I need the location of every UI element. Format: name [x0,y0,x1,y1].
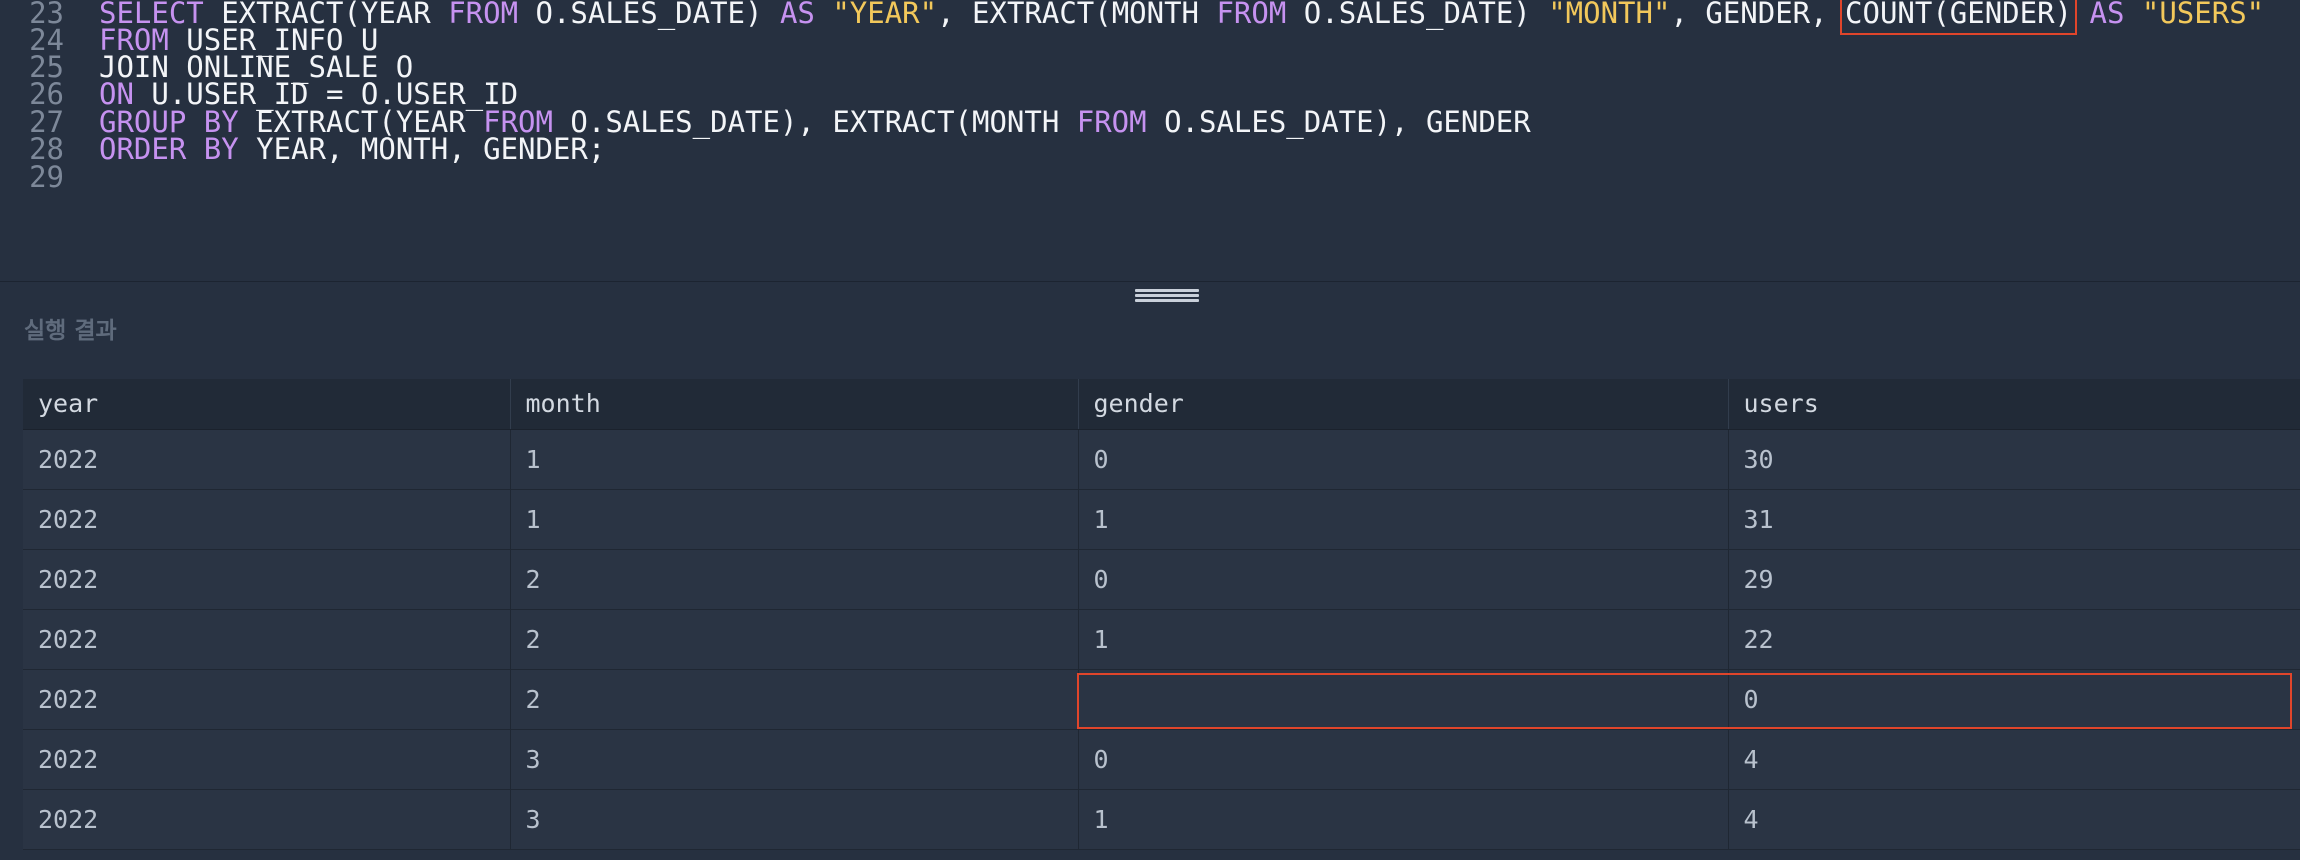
result-table: year month gender users 2022 1 0 30 2022 1 1 31… [23,379,2300,850]
cell-month: 2 [510,609,1079,670]
cell-users: 4 [1728,729,2300,790]
cell-gender: 1 [1078,789,1729,850]
table-row[interactable]: 2022 1 1 31 [23,489,2300,550]
cell-users: 30 [1728,429,2300,490]
cell-month: 1 [510,489,1079,550]
column-header-users[interactable]: users [1728,379,2300,430]
cell-year: 2022 [23,549,511,610]
cell-month: 2 [510,669,1079,730]
cell-users: 22 [1728,609,2300,670]
table-row[interactable]: 2022 2 1 22 [23,609,2300,670]
result-panel-title: 실행 결과 [24,318,117,344]
cell-users: 29 [1728,549,2300,610]
cell-gender: 0 [1078,549,1729,610]
cell-gender: 1 [1078,609,1729,670]
code-editor[interactable]: 23 SELECT EXTRACT(YEAR FROM O.SALES_DATE)… [0,0,2300,282]
cell-month: 1 [510,429,1079,490]
cell-year: 2022 [23,669,511,730]
column-header-month[interactable]: month [510,379,1079,430]
cell-year: 2022 [23,609,511,670]
cell-year: 2022 [23,429,511,490]
line-number: 29 [29,160,64,194]
table-row[interactable]: 2022 3 1 4 [23,789,2300,850]
code-line[interactable]: 29 [0,157,2300,197]
table-row[interactable]: 2022 2 0 29 [23,549,2300,610]
panel-resize-handle[interactable] [1135,287,1199,307]
cell-gender [1078,669,1729,730]
cell-month: 3 [510,789,1079,850]
cell-users: 0 [1728,669,2300,730]
cell-month: 3 [510,729,1079,790]
cell-year: 2022 [23,729,511,790]
table-row[interactable]: 2022 3 0 4 [23,729,2300,790]
column-header-gender[interactable]: gender [1078,379,1729,430]
table-row[interactable]: 2022 1 0 30 [23,429,2300,490]
cell-gender: 1 [1078,489,1729,550]
cell-gender: 0 [1078,429,1729,490]
cell-year: 2022 [23,789,511,850]
cell-gender: 0 [1078,729,1729,790]
cell-users: 31 [1728,489,2300,550]
table-header-row: year month gender users [23,379,2300,430]
cell-month: 2 [510,549,1079,610]
cell-users: 4 [1728,789,2300,850]
cell-year: 2022 [23,489,511,550]
column-header-year[interactable]: year [23,379,511,430]
table-row[interactable]: 2022 2 0 [23,669,2300,730]
